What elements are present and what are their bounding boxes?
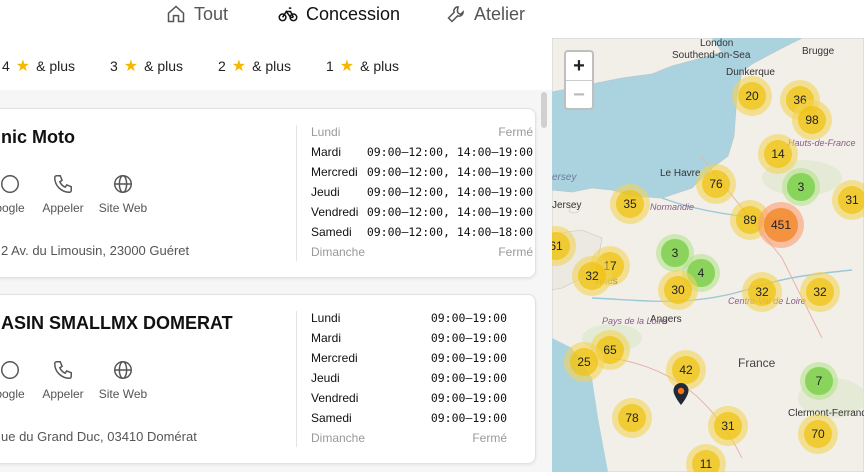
action-label: Appeler [42,201,84,215]
map-cluster[interactable]: 98 [792,100,832,140]
map-cluster[interactable]: 3 [782,168,820,206]
map-cluster[interactable]: 31 [708,406,748,446]
tab-label: Atelier [474,3,526,24]
opening-hours: Lundi Fermé Mardi 09:00–12:00, 14:00–19:00… [311,123,533,263]
map-zoom-control: + − [564,50,594,110]
dealer-card[interactable]: ASIN SMALLMX DOMERAT oogle Appeler Site … [0,294,536,464]
map-view[interactable]: London Southend-on-Sea Brugge Dunkerque … [552,38,864,472]
map-cluster[interactable]: 78 [612,398,652,438]
phone-icon [54,175,72,193]
tab-tout[interactable]: Tout [166,0,228,28]
dealer-list[interactable]: nic Moto oogle Appeler Site Web 2 Av. du… [0,90,552,472]
website-button[interactable]: Site Web [88,359,158,401]
map-label: Southend-on-Sea [672,50,751,61]
action-label: Site Web [98,387,148,401]
hours-row: Samedi 09:00–12:00, 14:00–18:00 [311,225,533,239]
filter-number: 4 [2,58,10,74]
list-scrollbar[interactable] [541,92,547,128]
map-cluster[interactable]: 30 [658,270,698,310]
action-label: oogle [0,201,25,215]
filter-label: & plus [360,58,400,74]
map-cluster[interactable]: 451 [758,202,804,248]
filter-number: 1 [326,58,334,74]
map-cluster[interactable]: 32 [800,272,840,312]
map-pin-icon[interactable] [672,382,690,406]
map-label: London [700,38,734,49]
map-label: Pays de la Loire [602,316,667,326]
action-label: Appeler [42,387,84,401]
map-label: Jersey [552,200,582,211]
top-tab-bar: Tout Concession Atelier [0,0,864,39]
google-icon [1,361,19,379]
tab-concession[interactable]: Concession [278,0,400,28]
filter-label: & plus [252,58,292,74]
hours-row: Jeudi 09:00–19:00 [311,371,507,385]
star-icon: ★ [339,58,355,75]
divider [296,311,297,447]
website-button[interactable]: Site Web [88,173,158,215]
hours-row: Lundi 09:00–19:00 [311,311,507,325]
dealer-address: 2 Av. du Limousin, 23000 Guéret [1,243,190,258]
map-cluster[interactable]: 25 [564,342,604,382]
filter-number: 3 [110,58,118,74]
zoom-in-button[interactable]: + [566,52,592,80]
map-label: Le Havre [660,168,701,179]
action-label: oogle [0,387,25,401]
map-cluster[interactable]: 32 [572,256,612,296]
filter-4-stars[interactable]: 4 ★ & plus [2,56,75,76]
tab-label: Concession [306,3,401,24]
filter-1-star[interactable]: 1 ★ & plus [326,56,399,76]
map-cluster[interactable]: 76 [696,164,736,204]
map-cluster[interactable]: 31 [832,180,864,220]
dealer-name: nic Moto [1,127,75,147]
star-icon: ★ [15,58,31,75]
hours-row: Mardi 09:00–12:00, 14:00–19:00 [311,145,533,159]
action-label: Site Web [98,201,148,215]
hours-row: Mardi 09:00–19:00 [311,331,507,345]
map-label: Hauts-de-France [788,138,856,148]
hours-row: Mercredi 09:00–19:00 [311,351,507,365]
opening-hours: Lundi 09:00–19:00 Mardi 09:00–19:00 Mercre… [311,309,507,449]
zoom-out-button[interactable]: − [566,80,592,109]
map-label: Normandie [650,202,695,212]
filter-label: & plus [36,58,76,74]
filter-2-stars[interactable]: 2 ★ & plus [218,56,291,76]
map-label: France [738,356,776,370]
star-icon: ★ [231,58,247,75]
phone-icon [54,361,72,379]
hours-row: Vendredi 09:00–19:00 [311,391,507,405]
hours-row: Mercredi 09:00–12:00, 14:00–19:00 [311,165,533,179]
map-cluster[interactable]: 70 [798,414,838,454]
hours-row: Dimanche Fermé [311,431,507,445]
map-label: ersey [552,172,577,183]
map-cluster[interactable]: 20 [732,76,772,116]
hours-row: Jeudi 09:00–12:00, 14:00–19:00 [311,185,533,199]
tab-label: Tout [194,3,229,24]
filter-number: 2 [218,58,226,74]
divider [296,125,297,261]
globe-icon [114,361,132,379]
hours-row: Lundi Fermé [311,125,533,139]
hours-row: Dimanche Fermé [311,245,533,259]
map-label: Brugge [802,46,835,57]
dealer-name: ASIN SMALLMX DOMERAT [1,313,233,333]
hours-row: Vendredi 09:00–12:00, 14:00–19:00 [311,205,533,219]
map-cluster[interactable]: 35 [610,184,650,224]
star-icon: ★ [123,58,139,75]
bicycle-icon [278,7,298,22]
hours-row: Samedi 09:00–19:00 [311,411,507,425]
filter-label: & plus [144,58,184,74]
dealer-address: ue du Grand Duc, 03410 Domérat [1,429,197,444]
tab-atelier[interactable]: Atelier [446,0,525,28]
google-icon [1,175,19,193]
filter-3-stars[interactable]: 3 ★ & plus [110,56,183,76]
globe-icon [114,175,132,193]
dealer-card[interactable]: nic Moto oogle Appeler Site Web 2 Av. du… [0,108,536,278]
map-cluster[interactable]: 7 [800,362,838,400]
map-cluster[interactable]: 32 [742,272,782,312]
home-icon [167,5,185,23]
map-cluster[interactable]: 14 [758,134,798,174]
wrench-icon [447,6,464,23]
